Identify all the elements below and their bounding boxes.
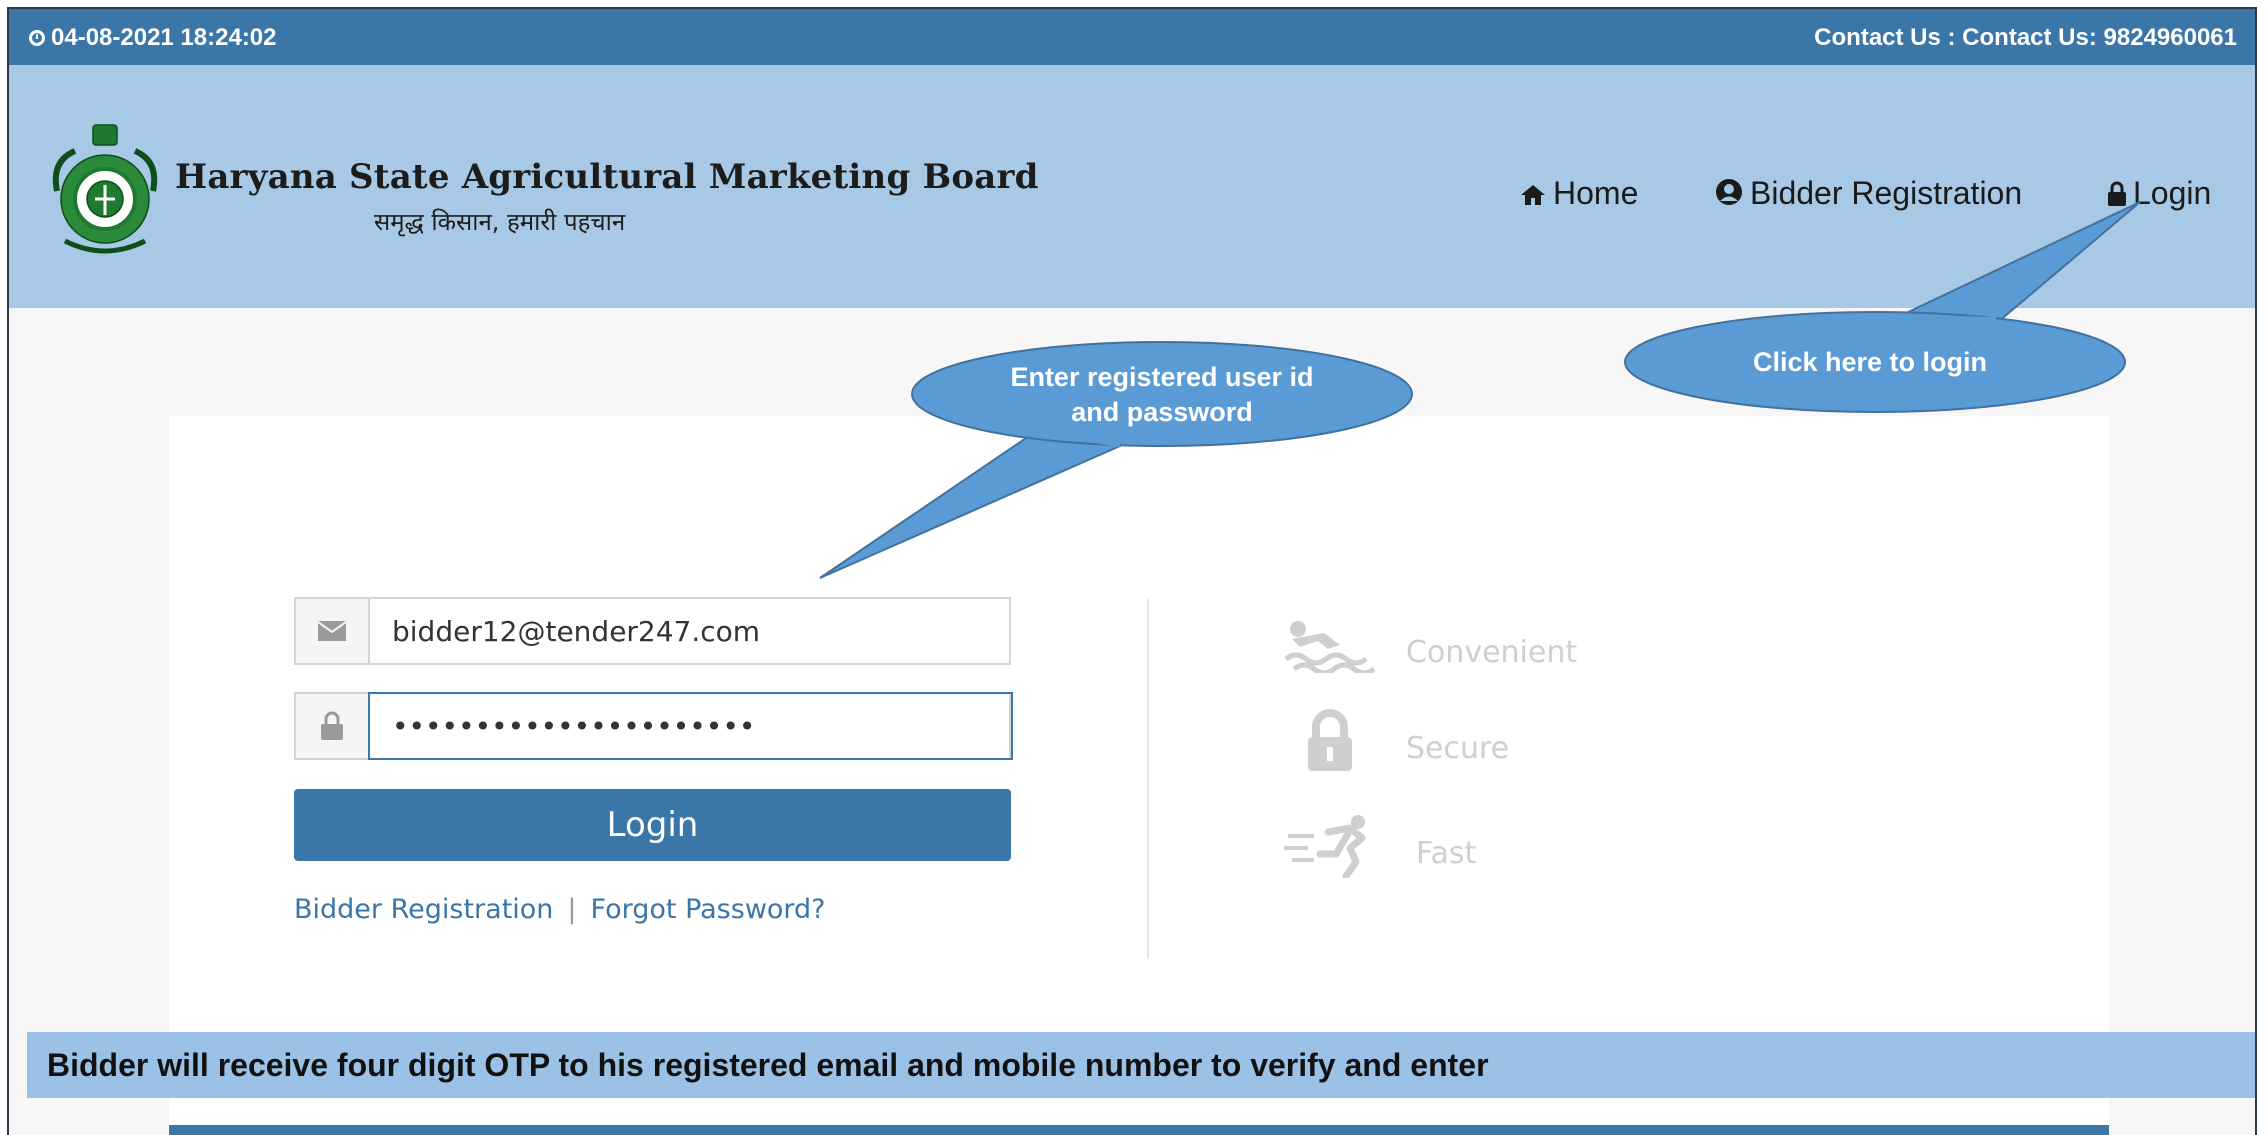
nav-home-label: Home bbox=[1553, 175, 1639, 211]
brand-tagline: समृद्ध किसान, हमारी पहचान bbox=[374, 208, 626, 236]
clock-icon bbox=[29, 30, 45, 46]
link-separator: | bbox=[567, 894, 577, 925]
email-addon bbox=[296, 599, 370, 663]
browser-frame: 04-08-2021 18:24:02 Contact Us : Contact… bbox=[7, 7, 2257, 1135]
otp-note-bar: Bidder will receive four digit OTP to hi… bbox=[27, 1032, 2255, 1098]
password-input-group bbox=[294, 692, 1013, 760]
auth-links: Bidder Registration | Forgot Password? bbox=[294, 894, 826, 925]
envelope-icon bbox=[318, 621, 346, 641]
lock-icon bbox=[321, 711, 343, 740]
bidder-registration-link[interactable]: Bidder Registration bbox=[294, 894, 553, 925]
nav-login[interactable]: Login bbox=[2107, 175, 2211, 212]
password-addon bbox=[296, 694, 370, 758]
top-bar: 04-08-2021 18:24:02 Contact Us : Contact… bbox=[9, 9, 2255, 65]
forgot-password-link[interactable]: Forgot Password? bbox=[591, 894, 826, 925]
nav-home[interactable]: Home bbox=[1519, 175, 1638, 212]
login-card: Login Bidder Registration | Forgot Passwor… bbox=[169, 416, 2109, 1135]
lock-icon bbox=[2108, 181, 2126, 206]
callout-login-text: Click here to login bbox=[1752, 347, 1988, 377]
contact-info: Contact Us : Contact Us: 9824960061 bbox=[1814, 24, 2237, 51]
datetime-display: 04-08-2021 18:24:02 bbox=[29, 24, 277, 52]
hsamb-emblem-icon bbox=[52, 124, 158, 254]
feature-convenient-label: Convenient bbox=[1406, 635, 1578, 670]
card-bottom-accent bbox=[169, 1125, 2109, 1135]
email-field[interactable] bbox=[370, 599, 1009, 663]
vertical-divider bbox=[1147, 599, 1149, 959]
lock-icon bbox=[1308, 709, 1352, 771]
feature-fast-label: Fast bbox=[1416, 836, 1477, 871]
home-icon bbox=[1521, 185, 1545, 205]
nav-login-label: Login bbox=[2133, 175, 2212, 211]
user-circle-icon bbox=[1716, 179, 1742, 205]
callout-credentials-text: Enter registered user id and password bbox=[1010, 362, 1314, 427]
email-input-group bbox=[294, 597, 1011, 665]
login-button[interactable]: Login bbox=[294, 789, 1011, 861]
feature-secure-label: Secure bbox=[1406, 731, 1510, 766]
password-field[interactable] bbox=[368, 692, 1013, 760]
datetime-text: 04-08-2021 18:24:02 bbox=[51, 24, 277, 51]
nav-bidder-registration[interactable]: Bidder Registration bbox=[1714, 175, 2022, 212]
swimmer-icon bbox=[1284, 621, 1376, 673]
brand-title: Haryana State Agricultural Marketing Boa… bbox=[175, 157, 1039, 197]
site-header: Haryana State Agricultural Marketing Boa… bbox=[9, 65, 2255, 308]
running-icon bbox=[1284, 815, 1366, 878]
nav-bidder-registration-label: Bidder Registration bbox=[1750, 175, 2023, 211]
